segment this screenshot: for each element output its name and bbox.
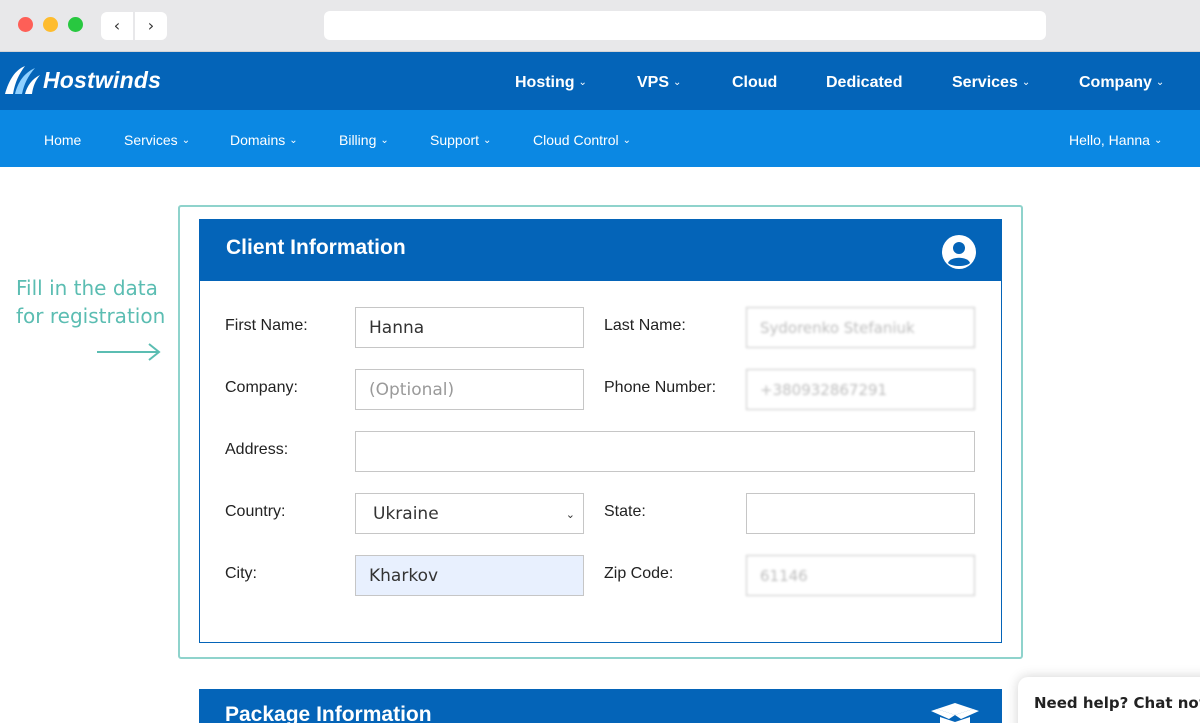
- city-label: City:: [225, 565, 257, 582]
- box-icon: [931, 703, 979, 723]
- first-name-input[interactable]: Hanna: [355, 307, 584, 348]
- address-bar[interactable]: [324, 11, 1046, 40]
- chevron-left-icon: ‹: [113, 16, 121, 35]
- card-title: Client Information: [226, 236, 406, 259]
- main-nav: Hostwinds Hosting ⌄ VPS ⌄ Cloud Dedicated …: [0, 52, 1200, 110]
- chevron-down-icon: ⌄: [181, 135, 191, 146]
- phone-number-label: Phone Number:: [604, 379, 717, 396]
- minimize-window-button[interactable]: [43, 17, 58, 32]
- client-information-card: Client Information First Name: Hanna Las…: [199, 219, 1002, 643]
- hint-line-1: Fill in the data: [16, 276, 158, 300]
- nav-services[interactable]: Services ⌄: [952, 52, 1030, 110]
- country-select[interactable]: Ukraine ⌄: [355, 493, 584, 534]
- browser-forward-button[interactable]: ›: [135, 12, 167, 40]
- address-label: Address:: [225, 441, 289, 458]
- chevron-down-icon: ⌄: [673, 77, 682, 88]
- nav-cloud-label: Cloud: [732, 74, 778, 91]
- subnav-support[interactable]: Support ⌄: [430, 110, 491, 167]
- close-window-button[interactable]: [18, 17, 33, 32]
- hostwinds-wave-icon: [5, 66, 40, 94]
- account-greeting: Hello, Hanna: [1069, 132, 1150, 148]
- chevron-down-icon: ⌄: [380, 135, 389, 146]
- arrow-right-icon: [97, 343, 161, 361]
- browser-back-button[interactable]: ‹: [101, 12, 133, 40]
- chevron-down-icon: ⌄: [1153, 135, 1163, 146]
- maximize-window-button[interactable]: [68, 17, 83, 32]
- chevron-right-icon: ›: [147, 16, 155, 35]
- zip-code-input[interactable]: 61146: [746, 555, 975, 596]
- subnav-cloud-control[interactable]: Cloud Control ⌄: [533, 110, 631, 167]
- site-logo[interactable]: Hostwinds: [3, 60, 161, 100]
- browser-toolbar: ‹ ›: [0, 0, 1200, 52]
- company-label: Company:: [225, 379, 298, 396]
- phone-number-input[interactable]: +380932867291: [746, 369, 975, 410]
- chevron-down-icon: ⌄: [483, 135, 492, 146]
- city-input[interactable]: Kharkov: [355, 555, 584, 596]
- state-label: State:: [604, 503, 646, 520]
- subnav-domains-label: Domains: [230, 132, 286, 148]
- nav-vps[interactable]: VPS ⌄: [637, 52, 681, 110]
- subnav-services-label: Services: [124, 132, 178, 148]
- chevron-down-icon: ⌄: [289, 135, 298, 146]
- nav-services-label: Services: [952, 74, 1018, 91]
- country-value: Ukraine: [373, 504, 439, 524]
- chat-label: Need help? Chat now!: [1034, 694, 1200, 712]
- subnav-home-label: Home: [44, 132, 82, 148]
- chat-widget[interactable]: Need help? Chat now!: [1018, 677, 1200, 723]
- nav-vps-label: VPS: [637, 74, 670, 91]
- card-header: Client Information: [200, 220, 1001, 281]
- nav-hosting[interactable]: Hosting ⌄: [515, 52, 587, 110]
- account-menu[interactable]: Hello, Hanna ⌄: [1069, 110, 1162, 167]
- last-name-label: Last Name:: [604, 317, 686, 334]
- nav-dedicated[interactable]: Dedicated: [826, 52, 902, 110]
- package-information-card: Package Information: [199, 689, 1002, 723]
- nav-company-label: Company: [1079, 74, 1152, 91]
- company-input[interactable]: (Optional): [355, 369, 584, 410]
- subnav-billing[interactable]: Billing ⌄: [339, 110, 389, 167]
- registration-hint: Fill in the data for registration: [16, 274, 166, 330]
- hint-line-2: for registration: [16, 304, 166, 328]
- chevron-down-icon: ⌄: [565, 508, 575, 521]
- package-card-title: Package Information: [225, 703, 432, 723]
- client-area-nav: Home Services ⌄ Domains ⌄ Billing ⌄ Support…: [0, 110, 1200, 167]
- nav-company[interactable]: Company ⌄: [1079, 52, 1164, 110]
- chevron-down-icon: ⌄: [578, 77, 587, 88]
- subnav-billing-label: Billing: [339, 132, 377, 148]
- country-label: Country:: [225, 503, 286, 520]
- nav-hosting-label: Hosting: [515, 74, 575, 91]
- state-input[interactable]: [746, 493, 975, 534]
- address-input[interactable]: [355, 431, 975, 472]
- logo-text: Hostwinds: [43, 66, 162, 93]
- chevron-down-icon: ⌄: [1021, 77, 1031, 88]
- first-name-label: First Name:: [225, 317, 308, 334]
- subnav-cloud-control-label: Cloud Control: [533, 132, 619, 148]
- zip-code-label: Zip Code:: [604, 565, 674, 582]
- nav-dedicated-label: Dedicated: [826, 74, 903, 91]
- last-name-input[interactable]: Sydorenko Stefaniuk: [746, 307, 975, 348]
- nav-cloud[interactable]: Cloud: [732, 52, 777, 110]
- subnav-home[interactable]: Home: [44, 110, 81, 167]
- chevron-down-icon: ⌄: [1155, 77, 1165, 88]
- subnav-support-label: Support: [430, 132, 480, 148]
- subnav-domains[interactable]: Domains ⌄: [230, 110, 298, 167]
- subnav-services[interactable]: Services ⌄: [124, 110, 190, 167]
- chevron-down-icon: ⌄: [622, 135, 631, 146]
- user-circle-icon: [942, 235, 976, 269]
